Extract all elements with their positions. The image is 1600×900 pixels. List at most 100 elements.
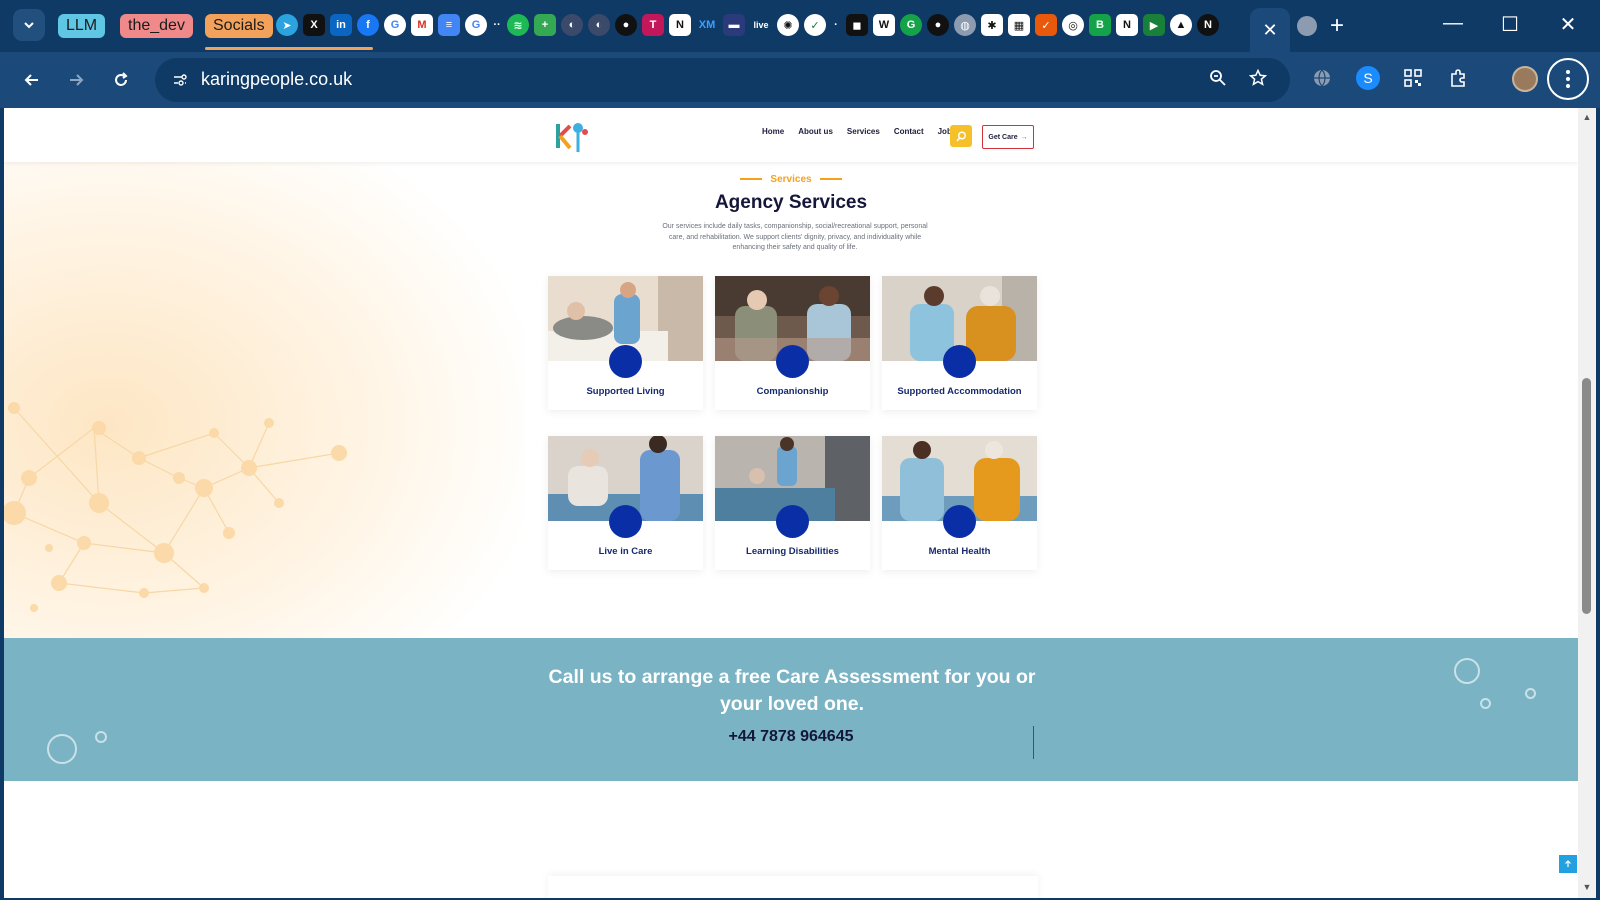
page-scrollbar[interactable]: ▲ ▼ [1578,108,1596,898]
back-button[interactable] [18,66,46,94]
site-search-button[interactable] [950,125,972,147]
service-card-companionship[interactable]: Companionship [715,276,870,410]
zoom-icon[interactable] [1209,69,1227,92]
new-tab-button[interactable]: + [1330,12,1344,40]
reload-button[interactable] [107,66,135,94]
app-icon[interactable]: ◎ [1062,14,1084,36]
qr-code-icon[interactable] [1401,66,1425,90]
arrow-left-icon [24,74,38,86]
nav-contact-link[interactable]: Contact [894,127,924,136]
tab-search-button[interactable] [13,9,45,41]
close-tab-icon[interactable]: ✕ [1262,20,1277,41]
service-icon-badge [609,505,642,538]
app-icon[interactable]: N [1197,14,1219,36]
nav-about-link[interactable]: About us [798,127,833,136]
xm-icon[interactable]: XM [696,14,718,36]
reload-icon [115,72,128,86]
notion-icon[interactable]: N [669,14,691,36]
grammarly-icon[interactable]: G [900,14,922,36]
maximize-button[interactable]: ☐ [1495,12,1525,37]
facebook-icon[interactable]: f [357,14,379,36]
scroll-down-arrow-icon[interactable]: ▼ [1581,882,1593,894]
tab-group-llm[interactable]: LLM [58,14,106,38]
active-tab[interactable]: ✕ [1250,8,1290,52]
service-icon-badge [943,505,976,538]
github-icon[interactable]: ● [927,14,949,36]
spotify-icon[interactable]: ≋ [507,14,529,36]
browser-menu-button[interactable] [1547,58,1589,100]
tab-group-socials[interactable]: Socials [205,14,273,38]
linkedin-icon[interactable]: in [330,14,352,36]
service-icon-badge [776,345,809,378]
window-close-button[interactable]: ✕ [1553,12,1583,37]
app-icon[interactable]: ◼ [846,14,868,36]
address-bar[interactable]: karingpeople.co.uk [155,58,1290,102]
bubble-decoration [1454,658,1480,684]
app-icon[interactable]: ▬ [723,14,745,36]
globe-icon[interactable]: ◍ [954,14,976,36]
github-icon[interactable]: ● [615,14,637,36]
todo-icon[interactable]: ✓ [1035,14,1057,36]
live-icon[interactable]: live [750,14,772,36]
service-card-supported-accommodation[interactable]: Supported Accommodation [882,276,1037,410]
nav-home-link[interactable]: Home [762,127,784,136]
docs-icon[interactable]: ≡ [438,14,460,36]
wikipedia-icon[interactable]: W [873,14,895,36]
bookmark-star-icon[interactable] [1248,68,1268,92]
tab-group-the-dev[interactable]: the_dev [120,14,193,38]
next-section-card [548,876,1038,898]
karing-people-logo[interactable] [554,118,590,154]
telegram-icon[interactable]: ➤ [276,14,298,36]
service-card-learning-disabilities[interactable]: Learning Disabilities [715,436,870,570]
chatgpt-icon[interactable]: ✺ [777,14,799,36]
gmail-icon[interactable]: M [411,14,433,36]
the-icon[interactable]: T [642,14,664,36]
meet-icon[interactable]: ▶ [1143,14,1165,36]
notion-icon[interactable]: N [1116,14,1138,36]
bubble-decoration [1525,688,1536,699]
scroll-up-arrow-icon[interactable]: ▲ [1581,112,1593,124]
nav-services-link[interactable]: Services [847,127,880,136]
browser-tab-bar: LLM the_dev Socials ➤ X in f G M ≡ G ·· … [0,0,1600,52]
translate-icon[interactable] [1310,66,1334,90]
dots-icon: · [834,19,838,31]
app-icon[interactable]: ◐ [561,14,583,36]
google-icon[interactable]: G [384,14,406,36]
shazam-extension-icon[interactable]: S [1356,66,1380,90]
url-text[interactable]: karingpeople.co.uk [201,69,352,90]
service-card-live-in-care[interactable]: Live in Care [548,436,703,570]
app-icon[interactable]: ✱ [981,14,1003,36]
x-icon[interactable]: X [303,14,325,36]
app-icon[interactable]: B [1089,14,1111,36]
scrollbar-thumb[interactable] [1582,378,1591,614]
service-title: Companionship [756,386,829,397]
app-icon[interactable]: ✓ [804,14,826,36]
eyebrow-text: Services [770,174,812,185]
extensions-puzzle-icon[interactable] [1446,66,1470,90]
sheets-icon[interactable]: + [534,14,556,36]
profile-avatar[interactable] [1512,66,1538,92]
service-card-mental-health[interactable]: Mental Health [882,436,1037,570]
site-settings-icon[interactable] [169,69,191,91]
dots-icon: ·· [493,19,501,31]
service-title: Supported Accommodation [897,386,1022,397]
cta-phone-number[interactable]: +44 7878 964645 [4,728,1578,746]
eyebrow-line-left [740,178,763,181]
tab-group-underline [205,47,373,50]
service-icon-badge [943,345,976,378]
site-navigation: Home About us Services Contact Jobs [762,127,956,136]
app-icon[interactable]: ◐ [588,14,610,36]
globe-icon[interactable] [1297,16,1317,36]
service-card-supported-living[interactable]: Supported Living [548,276,703,410]
get-care-button[interactable]: Get Care → [982,125,1034,149]
google-icon[interactable]: G [465,14,487,36]
section-title: Agency Services [714,192,868,213]
app-icon[interactable]: ▲ [1170,14,1192,36]
app-icon[interactable]: ▦ [1008,14,1030,36]
scroll-to-top-button[interactable] [1559,855,1577,873]
get-care-label: Get Care [988,133,1018,141]
forward-button[interactable] [62,66,90,94]
minimize-button[interactable]: — [1438,12,1468,35]
eyebrow-line-right [819,178,842,181]
service-title: Live in Care [598,546,653,557]
